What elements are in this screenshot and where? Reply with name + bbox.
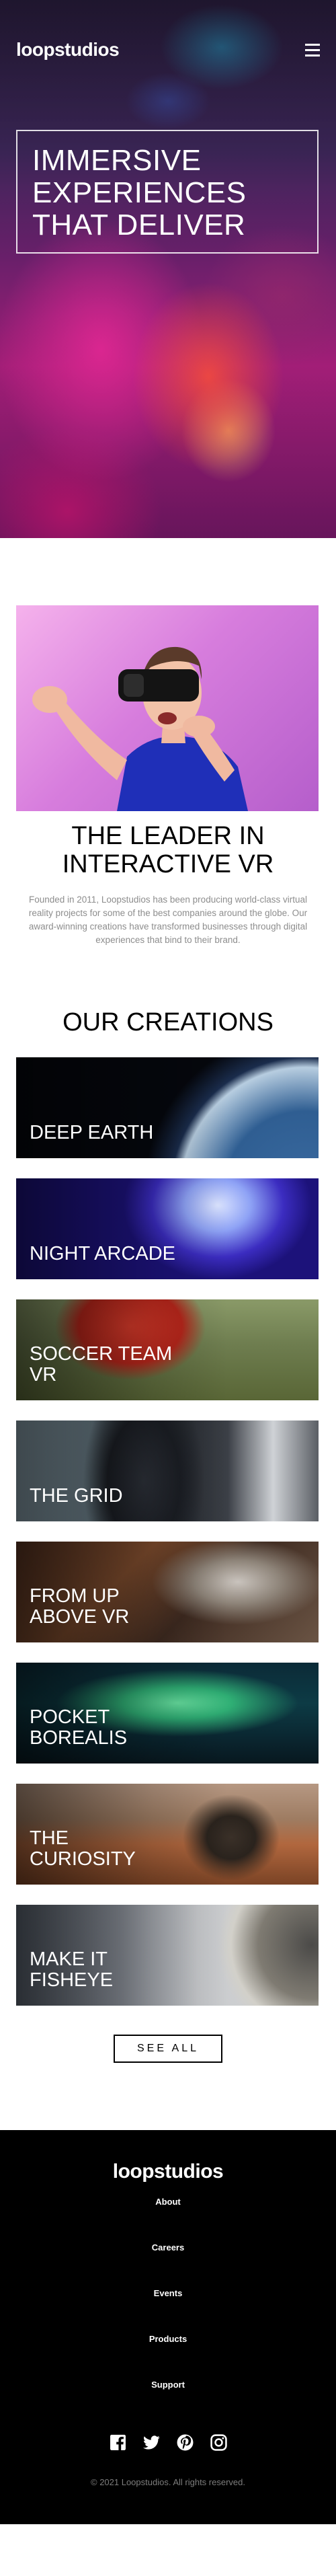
creation-label: The grid [30,1485,123,1507]
creation-card-deep-earth[interactable]: Deep earth [16,1057,319,1158]
creation-label: Deep earth [30,1122,154,1143]
footer-link-support[interactable]: Support [151,2380,185,2390]
creation-label: The curiosity [30,1827,136,1870]
intro-text: Founded in 2011, Loopstudios has been pr… [28,895,308,945]
see-all-wrapper: See all [16,2035,320,2130]
footer-link-events[interactable]: Events [154,2288,183,2298]
intro-title: The leader in interactive VR [62,822,274,878]
see-all-button[interactable]: See all [114,2035,222,2063]
pinterest-icon[interactable] [177,2434,194,2451]
copyright-text: © 2021 Loopstudios. All rights reserved. [91,2477,245,2487]
hero-title: Immersive experiences that deliver [32,144,247,241]
footer-link-about[interactable]: About [155,2197,181,2207]
creation-card-from-up-above-vr[interactable]: From up above VR [16,1542,319,1642]
footer: loopstudios About Careers Events Product… [0,2130,336,2524]
footer-link-careers[interactable]: Careers [152,2242,184,2252]
instagram-icon[interactable] [210,2434,227,2451]
creation-label: Night arcade [30,1243,176,1264]
creation-label: Make it fisheye [30,1948,114,1991]
social-links [16,2434,320,2451]
footer-link-products[interactable]: Products [149,2334,187,2344]
footer-logo[interactable]: loopstudios [16,2160,320,2183]
vr-person-image [16,605,319,811]
creation-card-pocket-borealis[interactable]: Pocket borealis [16,1663,319,1764]
creations-list: Deep earth Night arcade Soccer team VR T… [16,1057,320,2006]
creations-title: Our creations [62,1008,274,1036]
creation-label: Pocket borealis [30,1706,128,1749]
creation-card-the-curiosity[interactable]: The curiosity [16,1784,319,1885]
logo[interactable]: loopstudios [16,39,120,61]
hero-section: loopstudios Immersive experiences that d… [0,0,336,538]
creation-label: Soccer team VR [30,1343,173,1386]
hero-title-box: Immersive experiences that deliver [16,130,319,254]
creation-card-the-grid[interactable]: The grid [16,1420,319,1521]
creations-section: Our creations Deep earth Night arcade So… [0,947,336,2130]
twitter-icon[interactable] [142,2434,160,2451]
creation-card-soccer-team-vr[interactable]: Soccer team VR [16,1299,319,1400]
creation-label: From up above VR [30,1585,130,1628]
intro-section: The leader in interactive VR Founded in … [0,538,336,947]
hamburger-menu-icon[interactable] [305,43,320,56]
facebook-icon[interactable] [110,2434,126,2451]
creation-card-night-arcade[interactable]: Night arcade [16,1178,319,1279]
footer-nav: About Careers Events Products Support [16,2197,320,2390]
header: loopstudios [16,39,320,61]
creation-card-make-it-fisheye[interactable]: Make it fisheye [16,1905,319,2006]
